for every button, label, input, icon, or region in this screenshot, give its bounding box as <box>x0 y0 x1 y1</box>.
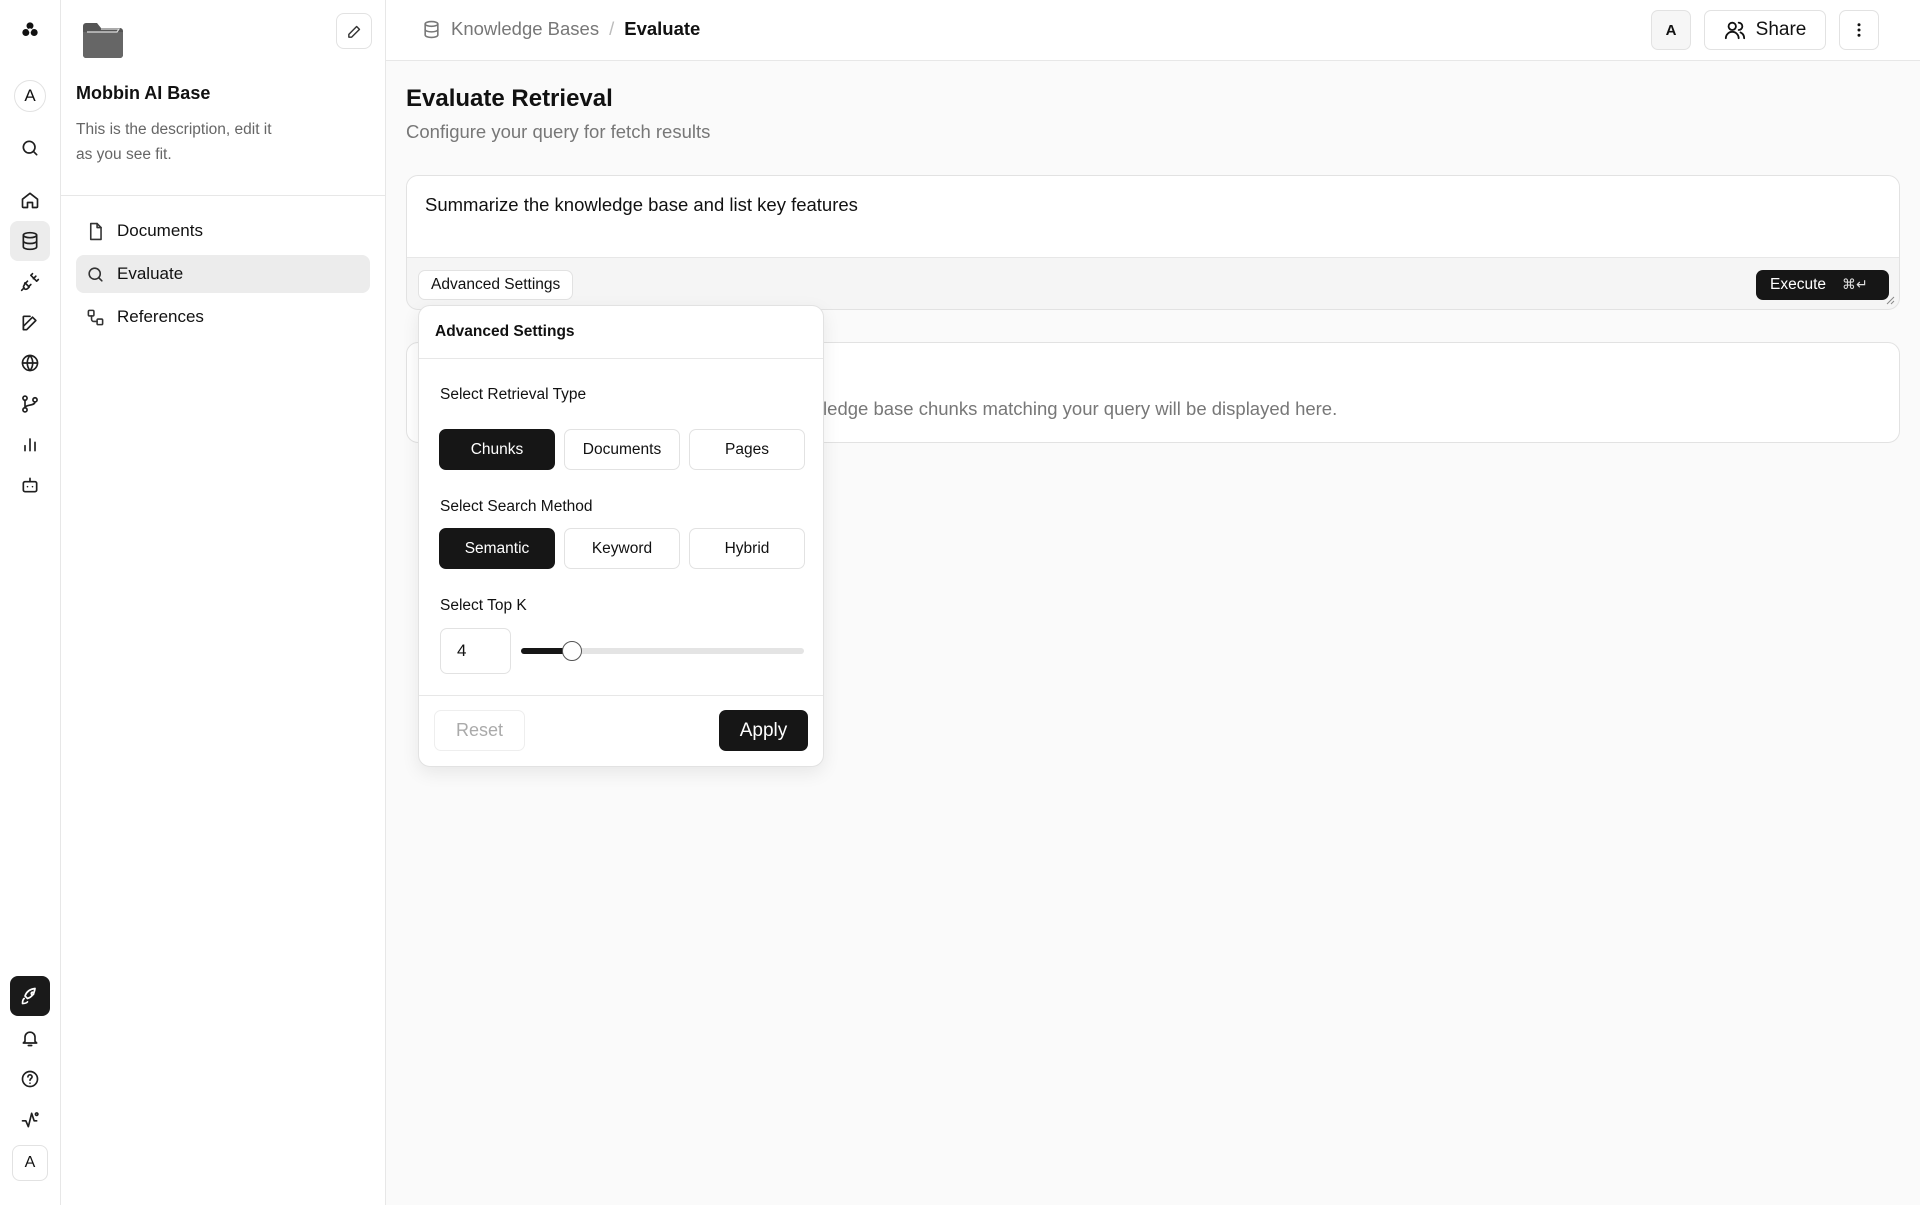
sidebar-item-label: References <box>117 307 204 326</box>
query-card: Summarize the knowledge base and list ke… <box>406 175 1900 310</box>
home-icon[interactable] <box>10 180 50 220</box>
top-k-slider[interactable] <box>521 641 804 661</box>
edit-kb-button[interactable] <box>336 13 372 49</box>
more-options-button[interactable] <box>1839 10 1879 50</box>
popover-title: Advanced Settings <box>435 323 575 340</box>
divider <box>61 195 386 196</box>
retrieval-type-pages[interactable]: Pages <box>689 429 805 470</box>
execute-button[interactable]: Execute ⌘↵ <box>1756 270 1889 300</box>
top-k-input[interactable]: 4 <box>440 628 511 674</box>
workspace-avatar[interactable]: A <box>14 80 46 112</box>
breadcrumb-knowledge-bases[interactable]: Knowledge Bases <box>451 18 599 40</box>
top-k-label: Select Top K <box>440 597 527 614</box>
page-subtitle: Configure your query for fetch results <box>406 121 711 142</box>
query-input[interactable]: Summarize the knowledge base and list ke… <box>407 176 1899 258</box>
more-vertical-icon <box>1857 23 1861 37</box>
file-icon <box>89 222 102 240</box>
search-method-semantic[interactable]: Semantic <box>439 528 555 569</box>
bell-icon[interactable] <box>10 1018 50 1058</box>
breadcrumb-current: Evaluate <box>624 18 701 39</box>
pencil-icon <box>347 25 360 38</box>
icon-rail: A A <box>0 0 61 1205</box>
apply-button[interactable]: Apply <box>719 710 808 751</box>
breadcrumb-separator: / <box>609 18 615 39</box>
search-method-keyword[interactable]: Keyword <box>564 528 680 569</box>
help-icon[interactable] <box>10 1059 50 1099</box>
kb-description: This is the description, edit it as you … <box>76 121 272 163</box>
advanced-settings-popover: Advanced Settings Select Retrieval Type … <box>418 305 824 767</box>
retrieval-type-label: Select Retrieval Type <box>440 386 587 403</box>
breadcrumb: Knowledge Bases / Evaluate <box>422 18 700 40</box>
search-icon[interactable] <box>10 128 50 168</box>
sidebar-item-label: Evaluate <box>117 264 184 283</box>
sidebar-item-evaluate[interactable]: Evaluate <box>76 255 370 293</box>
logo-icon[interactable] <box>10 10 50 50</box>
retrieval-type-chunks[interactable]: Chunks <box>439 429 555 470</box>
edit-icon[interactable] <box>10 303 50 343</box>
search-method-hybrid[interactable]: Hybrid <box>689 528 805 569</box>
top-bar: Knowledge Bases / Evaluate A Share <box>386 0 1920 61</box>
divider <box>419 695 823 696</box>
folder-icon <box>81 20 125 60</box>
rocket-icon[interactable] <box>10 976 50 1016</box>
retrieval-type-documents[interactable]: Documents <box>564 429 680 470</box>
database-icon[interactable] <box>10 221 50 261</box>
activity-icon[interactable] <box>10 1100 50 1140</box>
sidebar-item-references[interactable]: References <box>76 298 370 336</box>
results-placeholder: ant knowledge base chunks matching your … <box>749 398 1338 419</box>
slider-thumb[interactable] <box>561 641 582 661</box>
database-icon <box>424 20 439 38</box>
collaborator-avatar[interactable]: A <box>1651 10 1691 50</box>
advanced-settings-button[interactable]: Advanced Settings <box>418 270 574 300</box>
bar-chart-icon[interactable] <box>10 424 50 464</box>
plug-icon[interactable] <box>10 262 50 302</box>
share-label: Share <box>1755 19 1807 40</box>
sidebar-item-documents[interactable]: Documents <box>76 212 370 250</box>
sidebar-item-label: Documents <box>117 221 203 240</box>
page-title: Evaluate Retrieval <box>406 85 613 112</box>
bot-icon[interactable] <box>10 465 50 505</box>
references-icon <box>87 309 104 325</box>
divider <box>419 358 823 359</box>
execute-label: Execute <box>1770 276 1827 293</box>
user-avatar[interactable]: A <box>12 1145 48 1181</box>
execute-shortcut: ⌘↵ <box>1842 277 1868 293</box>
kb-title: Mobbin AI Base <box>76 83 211 103</box>
search-method-label: Select Search Method <box>440 498 593 515</box>
git-branch-icon[interactable] <box>10 384 50 424</box>
kb-sidebar: Mobbin AI Base This is the description, … <box>61 0 386 1205</box>
reset-button[interactable]: Reset <box>434 710 525 751</box>
search-icon <box>88 266 103 282</box>
share-button[interactable]: Share <box>1704 10 1826 50</box>
users-icon <box>1724 21 1745 40</box>
globe-icon[interactable] <box>10 343 50 383</box>
